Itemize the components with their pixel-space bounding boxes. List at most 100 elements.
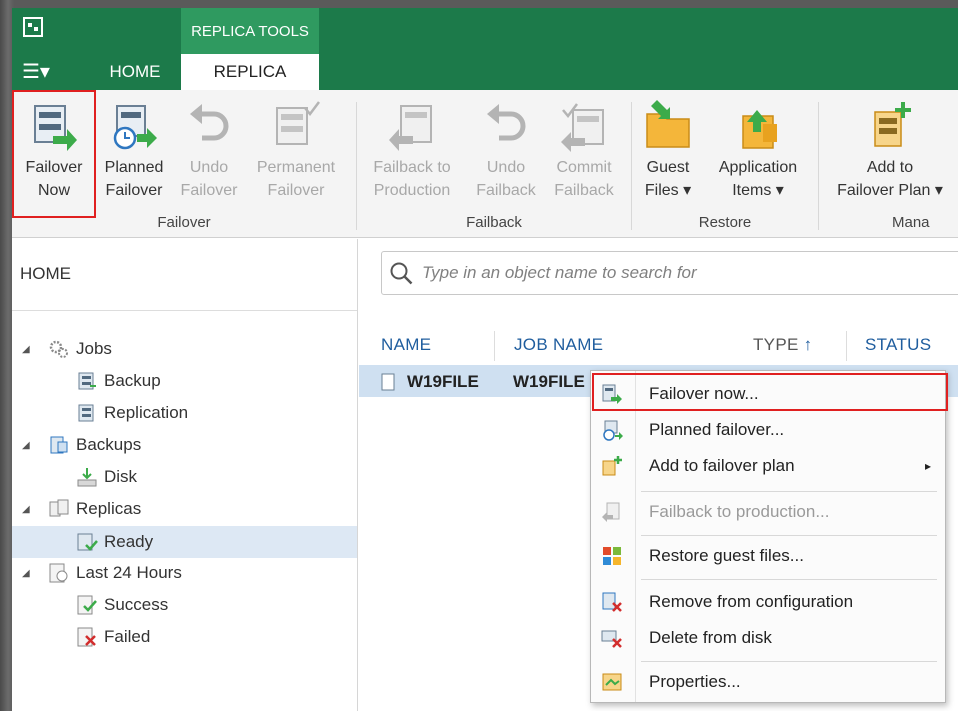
group-label-restore: Restore [698, 214, 752, 231]
row-name-cell: W19FILE [407, 372, 479, 391]
row-job-name-cell: W19FILE [513, 372, 585, 391]
column-header-status[interactable]: STATUS [865, 335, 931, 355]
tree-item-last-24-hours[interactable]: ◢ Last 24 Hours [22, 557, 182, 589]
planned-failover-icon [603, 420, 623, 441]
menu-item-failover-now[interactable]: Failover now... [591, 377, 947, 411]
failback-to-production-button[interactable]: Failback to Production [364, 96, 460, 208]
column-separator[interactable] [494, 331, 495, 361]
replicas-icon [49, 499, 69, 517]
application-items-button[interactable]: Application Items ▾ [704, 96, 812, 208]
tree-label: Backups [76, 435, 142, 454]
delete-icon [601, 630, 622, 648]
commit-failback-button[interactable]: Commit Failback [542, 96, 626, 208]
menu-separator [641, 491, 937, 492]
disk-icon [77, 468, 97, 487]
context-menu: Failover now... Planned failover... Add … [590, 370, 946, 703]
planned-failover-button[interactable]: Planned Failover [96, 96, 172, 208]
tree-label: Jobs [76, 339, 112, 358]
undo-icon [190, 104, 229, 141]
column-separator[interactable] [846, 331, 847, 361]
replication-job-icon [78, 404, 94, 422]
tree-item-jobs[interactable]: ◢ Jobs [22, 333, 112, 365]
title-bar: REPLICA TOOLS ☰▾ HOME REPLICA [12, 8, 958, 90]
menu-item-failback-to-production[interactable]: Failback to production... [591, 495, 947, 529]
failover-now-icon [602, 384, 622, 404]
group-label-failover: Failover [157, 214, 211, 231]
add-to-plan-icon [602, 456, 622, 476]
sidebar-header: HOME [12, 239, 357, 311]
failback-icon [602, 502, 620, 522]
properties-icon [602, 673, 622, 691]
permanent-failover-icon [276, 101, 320, 145]
tree-item-backup[interactable]: Backup [76, 365, 161, 397]
remove-icon [602, 592, 622, 612]
ribbon-separator [356, 102, 357, 230]
search-input[interactable] [420, 262, 940, 284]
app-logo-icon [23, 17, 43, 37]
tree-item-failed[interactable]: Failed [76, 621, 150, 653]
tree-label: Success [104, 595, 169, 614]
tree-item-success[interactable]: Success [76, 589, 168, 621]
commit-failback-icon [561, 103, 604, 152]
expand-caret-icon[interactable]: ◢ [22, 504, 36, 515]
tree-label: Backup [104, 371, 161, 390]
group-label-failback: Failback [466, 214, 522, 231]
success-icon [77, 595, 97, 615]
menu-item-properties[interactable]: Properties... [591, 665, 947, 699]
tree-item-ready[interactable]: Ready [76, 526, 153, 558]
tree-label: Failed [104, 627, 151, 646]
veeam-console-window: REPLICA TOOLS ☰▾ HOME REPLICA Failover No… [12, 8, 958, 711]
add-to-failover-plan-button[interactable]: Add to Failover Plan ▾ [822, 96, 958, 208]
navigation-sidebar: HOME ◢ Jobs Backup Replication ◢ Backups… [12, 239, 358, 711]
menu-item-delete-from-disk[interactable]: Delete from disk [591, 621, 947, 655]
menu-item-add-to-failover-plan[interactable]: Add to failover plan ▸ [591, 449, 947, 483]
menu-item-restore-guest-files[interactable]: Restore guest files... [591, 539, 947, 573]
guest-files-folder-icon [646, 100, 690, 148]
group-label-manage: Mana [892, 214, 930, 231]
menu-item-remove-from-configuration[interactable]: Remove from configuration [591, 585, 947, 619]
tab-home[interactable]: HOME [90, 54, 180, 90]
column-header-name[interactable]: NAME [381, 335, 431, 355]
tree-selection-highlight [12, 526, 357, 558]
history-icon [49, 563, 68, 583]
search-box[interactable] [381, 251, 958, 295]
undo-failback-button[interactable]: Undo Failback [470, 96, 542, 208]
permanent-failover-button[interactable]: Permanent Failover [246, 96, 346, 208]
tree-label: Replication [104, 403, 189, 422]
ribbon: Failover Now Planned Failover Undo Failover [12, 90, 958, 238]
tree-label: Disk [104, 467, 138, 486]
backup-job-icon [78, 372, 96, 390]
sort-ascending-icon: ↑ [803, 335, 813, 354]
expand-caret-icon[interactable]: ◢ [22, 440, 36, 451]
undo-failover-button[interactable]: Undo Failover [172, 96, 246, 208]
gears-icon [49, 340, 68, 358]
guest-files-button[interactable]: Guest Files ▾ [636, 96, 700, 208]
context-tab-header: REPLICA TOOLS [181, 8, 319, 54]
planned-failover-icon [113, 105, 157, 150]
backups-icon [50, 436, 68, 454]
failback-icon [389, 105, 432, 151]
search-icon [390, 262, 413, 285]
main-menu-button[interactable]: ☰▾ [22, 58, 62, 86]
failover-now-button[interactable]: Failover Now [14, 96, 94, 208]
add-to-failover-plan-icon [874, 102, 911, 147]
menu-item-planned-failover[interactable]: Planned failover... [591, 413, 947, 447]
ready-replica-icon [77, 533, 98, 551]
expand-caret-icon[interactable]: ◢ [22, 568, 36, 579]
ribbon-separator [631, 102, 632, 230]
tree-item-replication[interactable]: Replication [76, 397, 188, 429]
tree-item-disk[interactable]: Disk [76, 461, 137, 493]
undo-icon [487, 104, 526, 141]
tree-item-backups[interactable]: ◢ Backups [22, 429, 141, 461]
menu-separator [641, 535, 937, 536]
tree-label: Replicas [76, 499, 142, 518]
submenu-arrow-icon: ▸ [924, 459, 931, 473]
windows-logo-icon [603, 547, 621, 565]
tab-replica[interactable]: REPLICA [181, 54, 319, 90]
column-header-job-name[interactable]: JOB NAME [514, 335, 603, 355]
tree-label: Last 24 Hours [76, 563, 182, 582]
application-items-icon [742, 110, 777, 149]
expand-caret-icon[interactable]: ◢ [22, 344, 36, 355]
tree-item-replicas[interactable]: ◢ Replicas [22, 493, 141, 525]
column-header-type[interactable]: TYPE ↑ [753, 335, 812, 355]
